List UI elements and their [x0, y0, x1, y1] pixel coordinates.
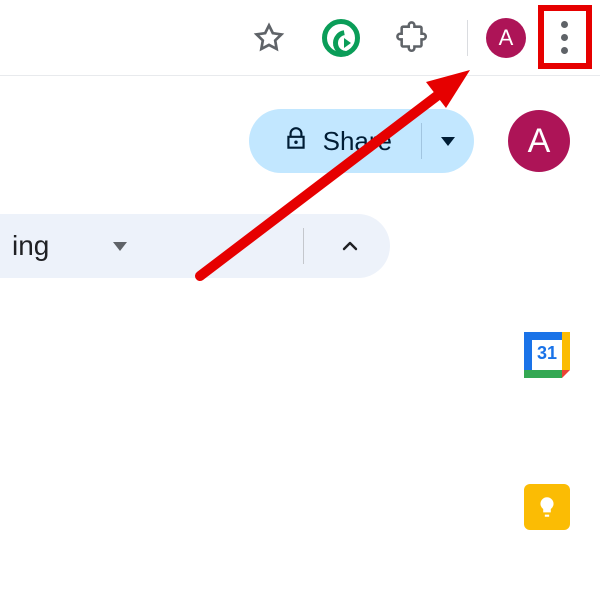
- app-header: Share A: [0, 76, 600, 206]
- caret-down-icon: [441, 137, 455, 146]
- share-dropdown-button[interactable]: [422, 109, 474, 173]
- editing-toolbar: ing: [0, 206, 600, 286]
- chrome-more-menu[interactable]: [536, 10, 592, 66]
- google-keep-icon[interactable]: [524, 484, 570, 530]
- caret-down-icon: [113, 242, 127, 251]
- avatar-letter: A: [499, 25, 514, 51]
- chrome-profile-avatar[interactable]: A: [486, 18, 526, 58]
- calendar-date-label: 31: [524, 343, 570, 364]
- toolbar-separator: [303, 228, 304, 264]
- share-button-group: Share: [249, 109, 474, 173]
- share-button-label: Share: [323, 126, 392, 157]
- side-panel: 31: [524, 332, 570, 530]
- toolbar-separator: [467, 20, 468, 56]
- editing-mode-label: ing: [12, 230, 49, 262]
- extensions-icon[interactable]: [391, 16, 435, 60]
- editing-mode-dropdown[interactable]: ing: [8, 214, 269, 278]
- avatar-letter: A: [528, 122, 551, 161]
- collapse-toolbar-button[interactable]: [338, 214, 362, 278]
- lock-icon: [283, 126, 309, 157]
- bookmark-star-icon[interactable]: [247, 16, 291, 60]
- browser-toolbar: A: [0, 0, 600, 76]
- share-button[interactable]: Share: [249, 109, 422, 173]
- google-calendar-icon[interactable]: 31: [524, 332, 570, 378]
- toolbar-pill: ing: [0, 214, 390, 278]
- google-account-avatar[interactable]: A: [508, 110, 570, 172]
- grammarly-extension-icon[interactable]: [319, 16, 363, 60]
